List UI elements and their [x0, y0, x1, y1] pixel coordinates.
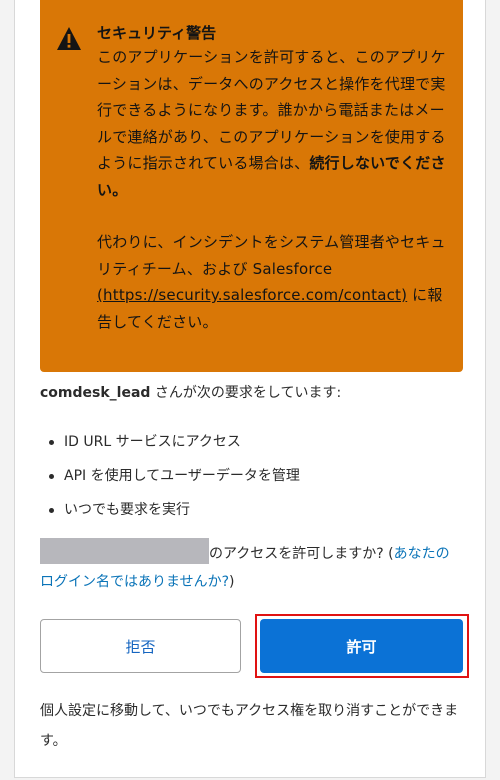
requester-username: comdesk_lead: [40, 385, 151, 401]
revoke-note: 個人設定に移動して、いつでもアクセス権を取り消すことができます。: [40, 703, 459, 749]
requester-suffix: さんが次の要求をしています:: [150, 385, 342, 401]
warning-triangle-icon: [57, 27, 81, 50]
security-warning-banner: セキュリティ警告 このアプリケーションを許可すると、このアプリケーションは、デー…: [40, 0, 463, 372]
permission-item: いつでも要求を実行: [40, 496, 300, 530]
permission-list: ID URL サービスにアクセス API を使用してユーザーデータを管理 いつで…: [40, 428, 300, 530]
salesforce-security-link[interactable]: (https://security.salesforce.com/contact…: [97, 286, 407, 304]
redacted-app-name: [40, 538, 209, 564]
requester-line: comdesk_lead さんが次の要求をしています:: [40, 382, 341, 404]
deny-button[interactable]: 拒否: [40, 619, 241, 673]
confirm-question-text: のアクセスを許可しますか? (: [209, 546, 394, 562]
warning-body: このアプリケーションを許可すると、このアプリケーションは、データへのアクセスと操…: [97, 44, 449, 335]
permission-item: ID URL サービスにアクセス: [40, 428, 300, 462]
oauth-approval-card: セキュリティ警告 このアプリケーションを許可すると、このアプリケーションは、デー…: [14, 0, 486, 778]
warning-title: セキュリティ警告: [97, 24, 217, 42]
access-confirm-question: のアクセスを許可しますか? (あなたのログイン名ではありませんか?): [40, 538, 460, 596]
permission-item: API を使用してユーザーデータを管理: [40, 462, 300, 496]
confirm-close-paren: ): [229, 574, 235, 590]
warning-body2-text: 代わりに、インシデントをシステム管理者やセキュリティチーム、および Salesf…: [97, 233, 446, 278]
allow-button[interactable]: 許可: [260, 619, 463, 673]
